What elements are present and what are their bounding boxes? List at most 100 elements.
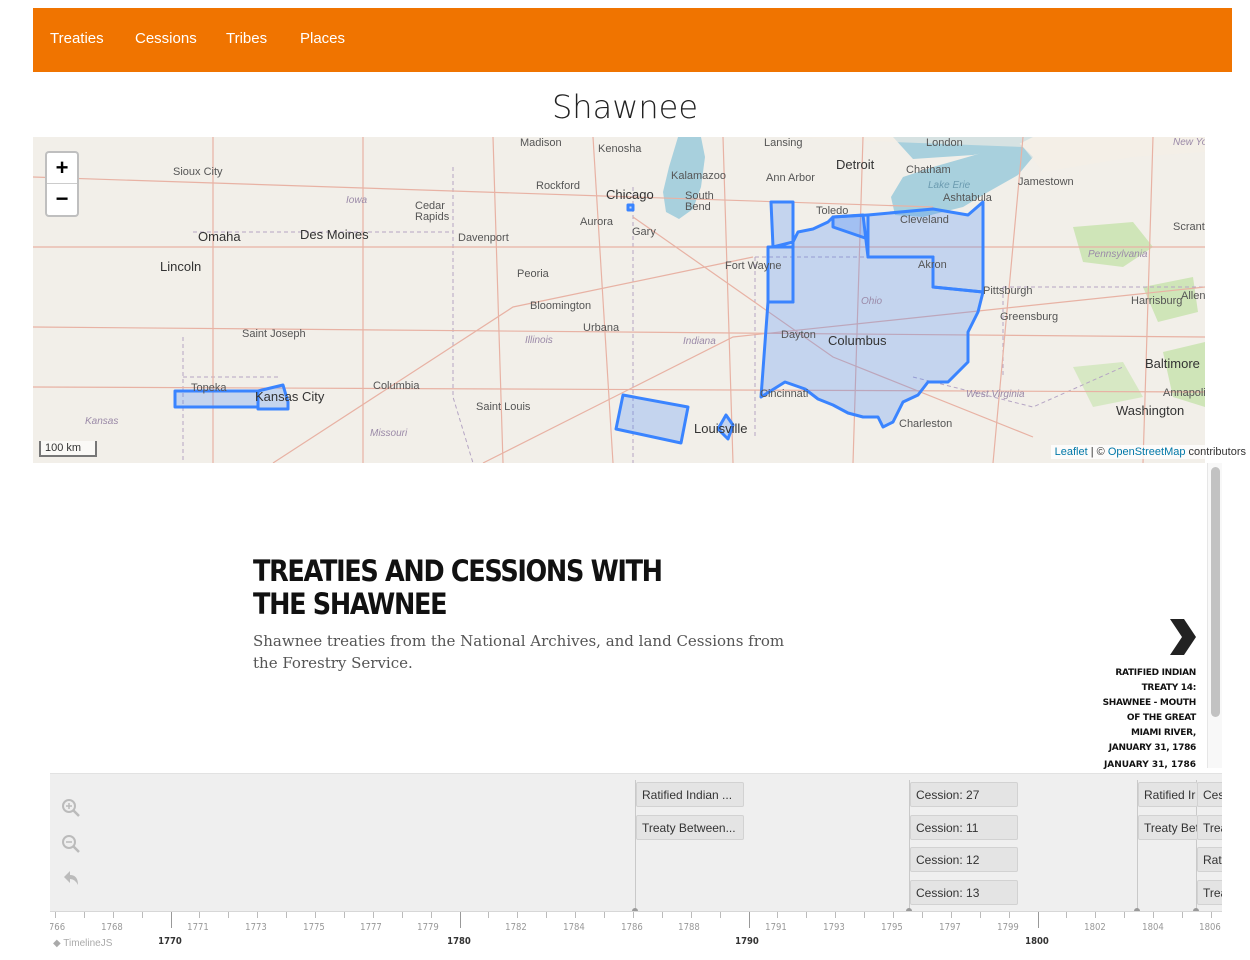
axis-tick [343,912,345,918]
tick-label: 1782 [505,922,527,933]
timeline-marker[interactable]: Treaty Between... [636,815,744,840]
map[interactable]: Sioux City Omaha Lincoln Des Moines Iowa… [33,137,1205,463]
axis-tick [546,912,548,918]
osm-link[interactable]: OpenStreetMap [1108,446,1186,458]
forest-area [1073,222,1153,267]
nav-tribes[interactable]: Tribes [226,30,267,47]
map-label-columbus: Columbus [828,333,887,348]
timeline-marker[interactable]: Cession: 13 [910,880,1018,905]
tick-label: 1768 [101,922,123,933]
tick-label-major: 1770 [158,936,182,947]
story-scrollbar[interactable] [1207,463,1222,768]
cession-fort-wayne [766,245,795,304]
back-arrow-icon[interactable] [60,868,82,890]
map-label-lansing: Lansing [764,137,803,149]
axis-tick [632,912,634,918]
map-label-baltimore: Baltimore [1145,356,1200,371]
map-label-fort-wayne: Fort Wayne [725,260,782,272]
map-label-columbia: Columbia [373,380,420,392]
cession-chicago [626,203,635,212]
zoom-out-icon[interactable] [60,833,82,855]
map-label-kenosha: Kenosha [598,143,642,155]
axis-tick [488,912,490,918]
tick-label: 1795 [881,922,903,933]
map-label-scranton: Scrant [1173,221,1205,233]
axis-tick [719,912,721,918]
brand-label: TimelineJS [63,938,113,949]
map-label-lincoln: Lincoln [160,259,202,274]
map-label-washington: Washington [1116,403,1185,418]
cession-southern-indiana [614,393,690,445]
axis-tick [806,912,808,918]
axis-tick [835,912,837,918]
map-label-chicago: Chicago [606,187,654,202]
axis-tick [199,912,201,918]
axis-tick [777,912,779,918]
map-label-ohio: Ohio [861,296,883,307]
map-label-illinois: Illinois [525,335,553,346]
nav-treaties[interactable]: Treaties [50,30,104,47]
timeline-marker[interactable]: Cession: 27 [910,782,1018,807]
tick-label-major: 1790 [735,936,759,947]
tick-label: 1804 [1142,922,1164,933]
timeline-marker[interactable]: Ces [1197,782,1222,807]
axis-tick [286,912,288,918]
axis-tick [921,912,923,918]
map-label-saint-louis: Saint Louis [476,401,531,413]
nav-cessions[interactable]: Cessions [135,30,197,47]
axis-tick [459,912,461,928]
axis-tick [1008,912,1010,918]
map-label-kalamazoo: Kalamazoo [671,170,727,182]
axis-tick [1124,912,1126,918]
map-label-saint-joseph: Saint Joseph [242,328,306,340]
map-label-jamestown: Jamestown [1018,176,1074,188]
timeline-marker[interactable]: Rat [1197,847,1222,872]
map-label-toledo: Toledo [816,205,849,217]
map-label-cincinnati: Cincinnati [760,388,809,400]
tick-label: 1793 [823,922,845,933]
axis-tick [748,912,750,928]
timeline-axis: 766 1768 1771 1773 1775 1777 1779 1782 1… [50,911,1222,960]
timeline-marker[interactable]: Trea [1197,815,1222,840]
timeline-marker[interactable]: Cession: 12 [910,847,1018,872]
map-label-harrisburg: Harrisburg [1131,295,1183,307]
timeline-marker[interactable]: Cession: 11 [910,815,1018,840]
timeline-marker[interactable]: Ratified Ir [1138,782,1198,807]
map-label-ashtabula: Ashtabula [943,192,992,204]
scrollbar-thumb[interactable] [1211,467,1220,717]
zoom-in-button[interactable]: + [47,153,77,184]
axis-tick [1066,912,1068,918]
timeline-marker[interactable]: Ratified Indian ... [636,782,744,807]
tick-label: 1799 [997,922,1019,933]
tick-label: 1806 [1199,922,1221,933]
axis-tick [54,912,56,918]
axis-tick [1153,912,1155,918]
nav-places[interactable]: Places [300,30,345,47]
axis-tick [112,912,114,918]
map-label-pennsylvania: Pennsylvania [1088,249,1148,260]
next-slide-arrow-icon[interactable] [1168,617,1198,657]
story-text: Shawnee treaties from the National Archi… [253,632,785,672]
map-label-chatham: Chatham [906,164,951,176]
zoom-control: + − [45,151,79,217]
timeline-marker[interactable]: Trea [1197,880,1222,905]
timelinejs-brand[interactable]: ◆ TimelineJS [53,938,112,949]
zoom-out-button[interactable]: − [47,184,77,215]
axis-tick [950,912,952,918]
map-label-gary: Gary [632,226,656,238]
axis-tick [170,912,172,928]
axis-tick [372,912,374,918]
map-label-davenport: Davenport [458,232,509,244]
tick-label: 1802 [1084,922,1106,933]
map-label-kansas-city: Kansas City [255,389,325,404]
axis-tick [1037,912,1039,928]
map-label-cleveland: Cleveland [900,214,949,226]
map-label-london: London [926,137,963,149]
timeline-marker[interactable]: Treaty Bet [1138,815,1198,840]
tick-label: 1771 [187,922,209,933]
zoom-in-icon[interactable] [60,797,82,819]
leaflet-link[interactable]: Leaflet [1055,446,1088,458]
map-label-detroit: Detroit [836,157,875,172]
axis-tick [979,912,981,918]
next-slide-title[interactable]: RATIFIED INDIAN TREATY 14: SHAWNEE - MOU… [1096,666,1197,756]
